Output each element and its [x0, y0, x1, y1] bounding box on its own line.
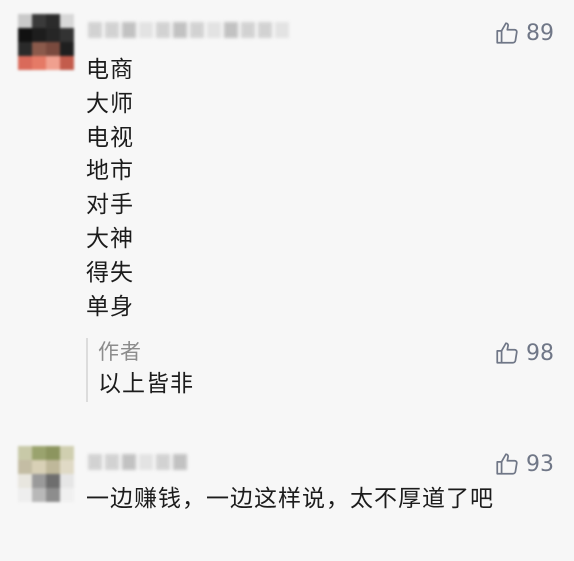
comment-line: 大神: [86, 225, 134, 252]
like-count: 98: [526, 340, 554, 366]
comment-body: 一边赚钱，一边这样说，太不厚道了吧: [86, 486, 494, 512]
like-count: 93: [526, 451, 554, 477]
reply-author-label: 作者: [98, 340, 142, 364]
thumbs-up-icon: [496, 342, 518, 364]
author-reply: 作者 以上皆非: [86, 338, 338, 402]
username-blurred[interactable]: [88, 454, 187, 472]
comment-line: 大师: [86, 90, 134, 117]
comment-line: 电商: [86, 57, 134, 83]
comment-line: 对手: [86, 192, 134, 219]
thumbs-up-icon: [496, 453, 518, 475]
thumbs-up-icon: [496, 22, 518, 44]
comment-line: 地市: [86, 158, 134, 185]
username-blurred[interactable]: [88, 22, 289, 40]
like-button[interactable]: 89: [494, 20, 554, 46]
reply-like-button[interactable]: 98: [494, 340, 554, 366]
comment-body: 电商 大师 电视 地市 对手 大神 得失 单身: [86, 54, 134, 324]
reply-text: 以上皆非: [98, 371, 194, 397]
like-button[interactable]: 93: [494, 451, 554, 477]
user-avatar[interactable]: [18, 446, 74, 502]
comments-page: 89 电商 大师 电视 地市 对手 大神 得失 单身 作者 以上皆非 98 93…: [0, 0, 574, 561]
user-avatar[interactable]: [18, 14, 74, 70]
comment-line: 电视: [86, 124, 134, 151]
like-count: 89: [526, 20, 554, 46]
comment-line: 单身: [86, 293, 134, 320]
comment-line: 得失: [86, 259, 134, 286]
